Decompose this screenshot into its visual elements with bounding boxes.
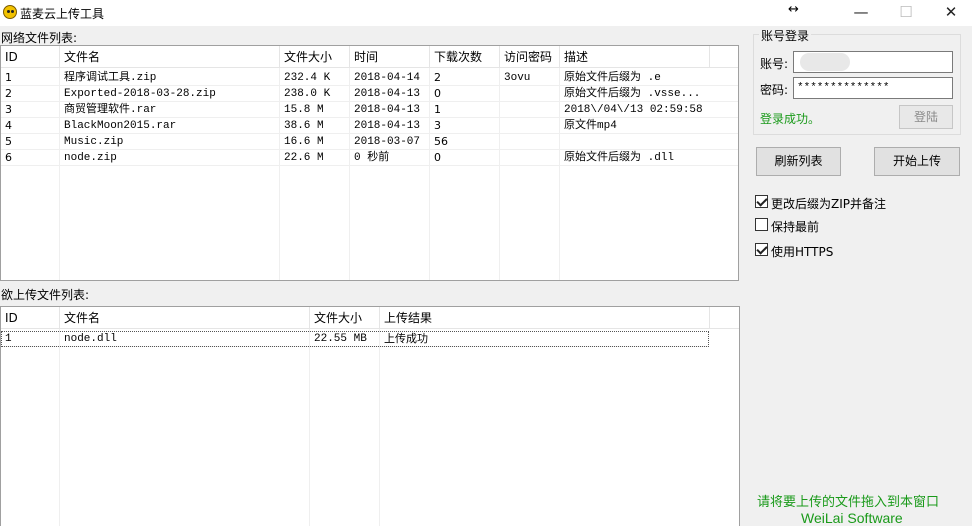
column-header[interactable]: ID (1, 307, 60, 329)
column-header[interactable]: 文件大小 (310, 307, 380, 329)
table-row[interactable]: 1 程序调试工具.zip 232.4 K 2018-04-14 2 3ovu 原始文件后缀为… (1, 70, 738, 86)
table-cell: BlackMoon2015.rar (64, 120, 177, 132)
table-cell: 5 (5, 135, 12, 148)
table-cell: 15.8 M (284, 104, 324, 116)
start-upload-button[interactable]: 开始上传 (874, 147, 960, 176)
column-divider (59, 329, 60, 526)
column-header[interactable]: 文件名 (60, 46, 280, 68)
table-cell (500, 134, 560, 150)
table-cell: 2018-04-13 (354, 104, 421, 116)
table-cell: 3ovu (504, 72, 531, 84)
password-input[interactable]: ************** (793, 77, 953, 99)
table-cell (500, 118, 560, 134)
table-row[interactable]: 6 node.zip 22.6 M 0 秒前 0 原始文件后缀为 .dll (1, 150, 738, 166)
column-header[interactable]: 文件名 (60, 307, 310, 329)
table-cell: 0 (434, 151, 441, 164)
column-header[interactable]: 下载次数 (430, 46, 500, 68)
close-button[interactable]: ✕ (928, 0, 972, 26)
table-cell: 2018-04-14 (354, 72, 421, 84)
column-header[interactable]: 访问密码 (500, 46, 560, 68)
use-https-checkbox[interactable] (755, 243, 768, 256)
maximize-button[interactable]: ☐ (883, 0, 929, 26)
table-cell (500, 102, 560, 118)
table-cell: Exported-2018-03-28.zip (64, 88, 216, 100)
column-header[interactable]: 时间 (350, 46, 430, 68)
table-cell: Music.zip (64, 136, 124, 148)
login-status: 登录成功。 (760, 112, 821, 126)
column-header[interactable]: 文件大小 (280, 46, 350, 68)
app-logo-icon (3, 5, 17, 19)
table-cell: 56 (434, 135, 448, 148)
table-row[interactable]: 3 商贸管理软件.rar 15.8 M 2018-04-13 1 2018\/04\/13… (1, 102, 738, 118)
table-cell: 3 (5, 103, 12, 116)
table-cell: 1 (434, 103, 441, 116)
table-cell: 2018-04-13 (354, 120, 421, 132)
zip-rename-checkbox[interactable] (755, 195, 768, 208)
table-cell: 上传成功 (384, 332, 428, 345)
table-cell: 商贸管理软件.rar (64, 104, 157, 116)
password-label: 密码: (760, 83, 789, 97)
table-cell: 38.6 M (284, 120, 324, 132)
title-bar: 蓝麦云上传工具 ↔ — ☐ ✕ (0, 0, 972, 26)
brand-text: WeiLai Software (801, 510, 903, 526)
minimize-button[interactable]: — (838, 0, 884, 26)
resize-arrows-icon: ↔ (788, 2, 799, 17)
table-cell (500, 150, 560, 166)
table-cell: 原始文件后缀为 .vsse... (564, 88, 701, 100)
table-cell: 原始文件后缀为 .e (564, 72, 661, 84)
table-cell: 22.55 MB (314, 333, 367, 345)
table-cell: 2018-03-07 (354, 136, 421, 148)
use-https-label[interactable]: 使用HTTPS (771, 243, 833, 260)
table-cell: 4 (5, 119, 12, 132)
table-row[interactable]: 1 node.dll 22.55 MB 上传成功 (1, 331, 709, 347)
upload-list-label: 欲上传文件列表: (1, 288, 90, 302)
table-cell (560, 134, 710, 150)
table-cell: 2018\/04\/13 02:59:58 (564, 104, 703, 116)
table-cell: 238.0 K (284, 88, 331, 100)
column-header[interactable]: 描述 (560, 46, 710, 68)
table-cell: 232.4 K (284, 72, 331, 84)
table-row[interactable]: 2 Exported-2018-03-28.zip 238.0 K 2018-04-1… (1, 86, 738, 102)
remote-list-label: 网络文件列表: (1, 31, 78, 45)
refresh-list-button[interactable]: 刷新列表 (756, 147, 841, 176)
table-cell: 程序调试工具.zip (64, 72, 157, 84)
table-cell: 3 (434, 119, 441, 132)
login-button[interactable]: 登陆 (899, 105, 953, 129)
table-cell: 原始文件后缀为 .dll (564, 152, 675, 164)
table-row[interactable]: 5 Music.zip 16.6 M 2018-03-07 56 (1, 134, 738, 150)
drag-drop-hint: 请将要上传的文件拖入到本窗口 (757, 495, 940, 510)
table-cell: 2018-04-13 (354, 88, 421, 100)
table-cell: 2 (5, 87, 12, 100)
stay-on-top-label[interactable]: 保持最前 (771, 218, 819, 235)
zip-rename-label[interactable]: 更改后缀为ZIP并备注 (771, 195, 886, 212)
table-cell: node.zip (64, 152, 117, 164)
column-header[interactable]: ID (1, 46, 60, 68)
table-row[interactable]: 4 BlackMoon2015.rar 38.6 M 2018-04-13 3 原文件mp… (1, 118, 738, 134)
table-cell: 0 秒前 (354, 152, 390, 164)
table-cell: node.dll (64, 333, 117, 345)
table-cell: 22.6 M (284, 152, 324, 164)
column-divider (309, 329, 310, 526)
table-cell: 原文件mp4 (564, 120, 617, 132)
remote-list-header: ID 文件名 文件大小 时间 下载次数 访问密码 描述 (1, 46, 738, 68)
column-divider (379, 329, 380, 526)
account-redacted (800, 53, 850, 71)
remote-file-list[interactable]: ID 文件名 文件大小 时间 下载次数 访问密码 描述 1 程序调试工具.zip 232.4 K… (0, 45, 739, 281)
stay-on-top-checkbox[interactable] (755, 218, 768, 231)
table-cell: 0 (434, 87, 441, 100)
table-cell (500, 86, 560, 102)
window-title: 蓝麦云上传工具 (20, 7, 105, 21)
upload-file-list[interactable]: ID 文件名 文件大小 上传结果 1 node.dll 22.55 MB 上传成功 (0, 306, 740, 526)
table-cell: 6 (5, 151, 12, 164)
account-label: 账号: (760, 57, 789, 71)
table-cell: 1 (5, 333, 12, 345)
upload-list-header: ID 文件名 文件大小 上传结果 (1, 307, 739, 329)
table-cell: 2 (434, 71, 441, 84)
table-cell: 1 (5, 71, 12, 84)
table-cell: 16.6 M (284, 136, 324, 148)
login-group-title: 账号登录 (759, 27, 812, 44)
column-header[interactable]: 上传结果 (380, 307, 710, 329)
